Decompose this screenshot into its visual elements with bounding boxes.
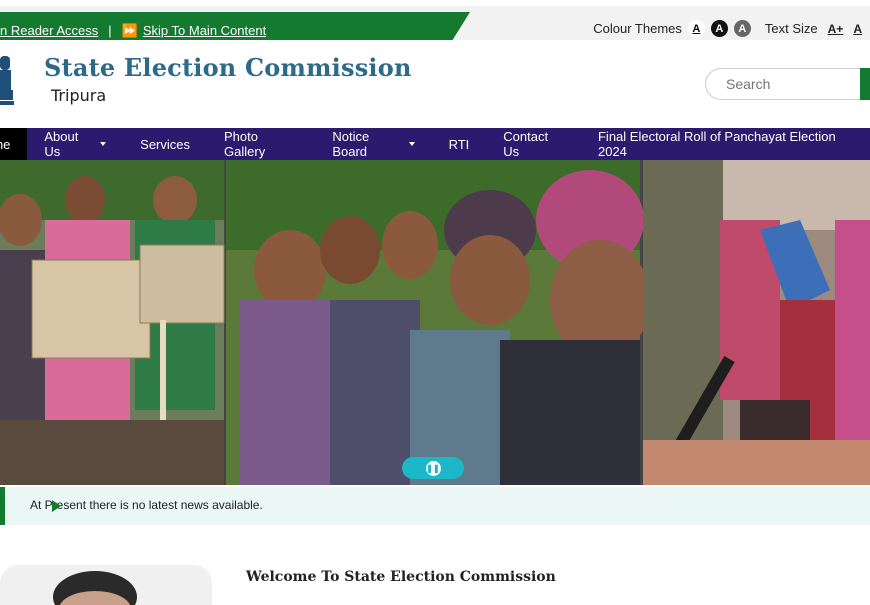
theme-grey-button[interactable]: A	[733, 20, 751, 37]
skip-forward-icon: ⏩	[121, 22, 138, 38]
brand-block[interactable]: State Election Commission Tripura	[44, 53, 412, 105]
theme-default-button[interactable]: A	[687, 20, 705, 37]
theme-dark-button[interactable]: A	[710, 20, 728, 37]
search-button[interactable]	[860, 68, 870, 100]
site-title: State Election Commission	[44, 53, 412, 82]
portrait-image	[53, 571, 137, 605]
pause-icon: ❚❚	[425, 460, 441, 476]
site-subtitle: Tripura	[51, 86, 107, 105]
image-slider: ❚❚	[0, 160, 870, 485]
nav-item-home-label: me	[0, 136, 11, 152]
search-input[interactable]	[726, 76, 866, 92]
nav-item-contact-us[interactable]: Contact Us	[486, 128, 581, 160]
state-emblem-icon	[0, 56, 14, 105]
nav-item-final-electoral-roll[interactable]: Final Electoral Roll of Panchayat Electi…	[581, 128, 870, 160]
nav-item-label: Contact Us	[503, 129, 549, 159]
link-separator: |	[108, 22, 112, 38]
nav-item-rti[interactable]: RTI	[432, 128, 487, 160]
top-accessibility-bar: n Reader Access | ⏩ Skip To Main Content…	[0, 0, 870, 46]
chevron-down-icon	[408, 142, 415, 146]
display-settings: Colour Themes A A A Text Size A+ A	[593, 20, 862, 37]
chevron-down-icon	[100, 142, 107, 146]
accessibility-links: n Reader Access | ⏩ Skip To Main Content	[0, 20, 266, 40]
main-navigation: me About Us Services Photo Gallery Notic…	[0, 128, 870, 160]
welcome-heading: Welcome To State Election Commission	[246, 569, 556, 585]
official-portrait	[0, 565, 212, 605]
nav-item-label: Final Electoral Roll of Panchayat Electi…	[597, 129, 836, 159]
nav-item-services[interactable]: Services	[123, 128, 207, 160]
nav-item-label: Notice Board	[332, 129, 370, 159]
text-size-label: Text Size	[764, 21, 818, 36]
text-size-normal-button[interactable]: A	[853, 22, 862, 36]
latest-news-ticker: At Present there is no latest news avail…	[0, 487, 870, 525]
play-icon[interactable]	[52, 500, 61, 512]
nav-item-notice-board[interactable]: Notice Board	[315, 128, 431, 160]
nav-item-label: RTI	[448, 136, 470, 152]
site-header: State Election Commission Tripura	[0, 40, 870, 128]
text-size-increase-button[interactable]: A+	[828, 22, 844, 36]
colour-themes-label: Colour Themes	[593, 21, 682, 36]
search-box	[705, 68, 866, 100]
latest-news-text: At Present there is no latest news avail…	[30, 498, 263, 512]
news-ticker-accent	[0, 487, 5, 525]
nav-item-about-us[interactable]: About Us	[27, 128, 123, 160]
nav-item-home[interactable]: me	[0, 128, 28, 160]
nav-item-label: Photo Gallery	[224, 129, 266, 159]
nav-item-photo-gallery[interactable]: Photo Gallery	[207, 128, 315, 160]
slider-pause-button[interactable]: ❚❚	[402, 457, 464, 479]
skip-to-main-content-link[interactable]: Skip To Main Content	[143, 23, 266, 38]
nav-item-label: Services	[140, 136, 191, 152]
slider-photo-collage	[0, 160, 870, 485]
nav-item-label: About Us	[44, 129, 79, 159]
screen-reader-access-link[interactable]: n Reader Access	[0, 23, 98, 38]
